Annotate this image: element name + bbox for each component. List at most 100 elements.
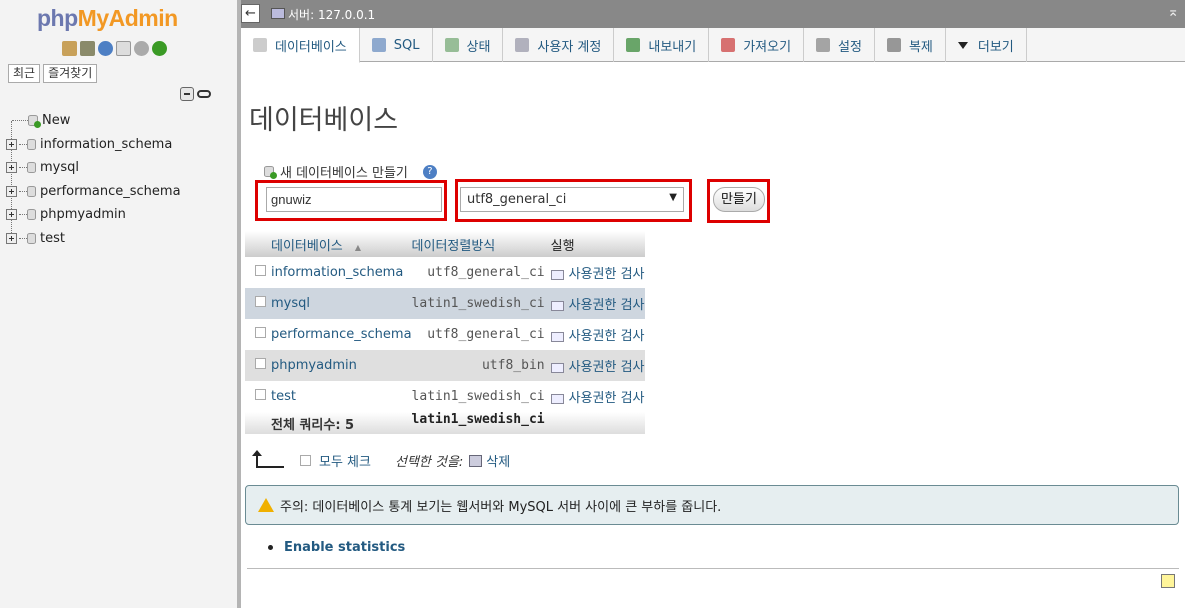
collapse-all-icon[interactable] [180, 87, 194, 101]
favorites-tab[interactable]: 즐겨찾기 [43, 64, 98, 83]
privileges-icon [550, 362, 564, 373]
database-name-link[interactable]: phpmyadmin [266, 350, 412, 381]
database-name-link[interactable]: information_schema [266, 257, 412, 288]
tab-label[interactable]: 더보기 [978, 36, 1014, 55]
tab-label[interactable]: SQL [394, 38, 420, 53]
tree-item[interactable]: New [6, 109, 181, 133]
delete-button[interactable]: 삭제 [469, 451, 510, 470]
row-checkbox[interactable] [255, 358, 266, 369]
tab-database[interactable]: 데이터베이스 [241, 28, 360, 63]
tab-label[interactable]: 내보내기 [648, 36, 696, 55]
dropdown-arrow-icon: ▼ [669, 192, 677, 203]
tree-item-label[interactable]: mysql [40, 160, 79, 175]
docs-icon[interactable] [116, 41, 131, 56]
tab-chevron-down[interactable]: 더보기 [946, 28, 1027, 62]
database-name-link[interactable]: performance_schema [266, 319, 412, 350]
expand-icon[interactable] [6, 232, 17, 244]
logout-icon[interactable] [80, 41, 95, 56]
status-icon [444, 38, 459, 52]
expand-icon[interactable] [6, 185, 17, 197]
privileges-icon [550, 331, 564, 342]
sort-asc-icon[interactable]: ▲ [355, 243, 361, 252]
row-checkbox[interactable] [255, 389, 266, 400]
row-checkbox[interactable] [255, 265, 266, 276]
expand-icon[interactable] [6, 162, 17, 174]
row-checkbox[interactable] [255, 296, 266, 307]
table-row[interactable]: mysql latin1_swedish_ci 사용권한 검사 [245, 288, 645, 319]
expand-icon[interactable] [6, 209, 17, 221]
table-row[interactable]: performance_schema utf8_general_ci 사용권한 검사 [245, 319, 645, 350]
tree-item[interactable]: test [6, 227, 181, 251]
phpmyadmin-logo[interactable]: phpMyAdmin [37, 5, 178, 32]
users-icon [515, 38, 530, 52]
tree-item-label[interactable]: performance_schema [40, 184, 181, 199]
tab-label[interactable]: 가져오기 [743, 36, 791, 55]
check-all-checkbox[interactable] [300, 455, 311, 466]
delete-icon [469, 454, 483, 467]
database-icon [27, 185, 36, 197]
check-all[interactable]: 모두 체크 [300, 451, 371, 470]
privileges-icon [550, 269, 564, 280]
tree-item-label[interactable]: information_schema [40, 137, 172, 152]
help-icon[interactable]: ? [422, 164, 437, 179]
tab-users[interactable]: 사용자 계정 [503, 28, 615, 62]
table-row[interactable]: test latin1_swedish_ci 사용권한 검사 [245, 381, 645, 412]
tab-label[interactable]: 복제 [909, 36, 933, 55]
table-row[interactable]: information_schema utf8_general_ci 사용권한 검사 [245, 257, 645, 288]
table-row[interactable]: phpmyadmin utf8_bin 사용권한 검사 [245, 350, 645, 381]
help-icon[interactable] [98, 41, 113, 56]
collation-select[interactable]: utf8_general_ci ▼ [460, 187, 684, 212]
database-table: 데이터베이스 ▲ 데이터정렬방식 실행 information_schema ut… [245, 231, 645, 434]
back-arrow-icon[interactable]: ← [241, 4, 260, 23]
collapse-topbar-icon[interactable]: ⌅ [1167, 4, 1179, 20]
check-privileges-link[interactable]: 사용권한 검사 [550, 319, 645, 350]
nav-quick-icons [62, 41, 167, 56]
database-name-link[interactable]: mysql [266, 288, 412, 319]
notice-text: 주의: 데이터베이스 통계 보기는 웹서버와 MySQL 서버 사이에 큰 부하… [280, 499, 722, 515]
tab-label[interactable]: 상태 [467, 36, 491, 55]
tab-sql[interactable]: SQL [360, 28, 433, 62]
tree-item[interactable]: mysql [6, 156, 181, 180]
create-button[interactable]: 만들기 [713, 187, 765, 212]
collation-cell: latin1_swedish_ci [411, 389, 545, 404]
check-privileges-link[interactable]: 사용권한 검사 [550, 350, 645, 381]
tab-import[interactable]: 가져오기 [709, 28, 805, 62]
check-all-label[interactable]: 모두 체크 [319, 451, 371, 470]
new-database-icon [264, 166, 277, 179]
tab-wrench[interactable]: 설정 [804, 28, 875, 62]
tree-item-label[interactable]: New [42, 113, 70, 128]
privileges-icon [550, 393, 564, 404]
recent-tab[interactable]: 최근 [8, 64, 41, 83]
tree-item[interactable]: performance_schema [6, 180, 181, 204]
server-breadcrumb[interactable]: 서버: 127.0.0.1 [288, 6, 375, 23]
check-privileges-link[interactable]: 사용권한 검사 [550, 381, 645, 412]
tab-status[interactable]: 상태 [433, 28, 504, 62]
nav-resizer[interactable] [237, 0, 241, 608]
tab-replication[interactable]: 복제 [875, 28, 946, 62]
gear-icon[interactable] [134, 41, 149, 56]
row-checkbox[interactable] [255, 327, 266, 338]
tab-label[interactable]: 데이터베이스 [275, 36, 347, 55]
collation-cell: latin1_swedish_ci [411, 288, 551, 319]
header-database[interactable]: 데이터베이스 ▲ [266, 231, 412, 257]
tab-label[interactable]: 사용자 계정 [537, 36, 601, 55]
tree-connector [19, 167, 27, 169]
link-icon[interactable] [197, 90, 211, 98]
check-privileges-link[interactable]: 사용권한 검사 [550, 288, 645, 319]
console-icon[interactable] [1161, 574, 1175, 588]
enable-statistics-link[interactable]: Enable statistics [284, 540, 405, 555]
check-privileges-link[interactable]: 사용권한 검사 [550, 257, 645, 288]
tree-item[interactable]: phpmyadmin [6, 203, 181, 227]
expand-icon[interactable] [6, 138, 17, 150]
tree-item-label[interactable]: phpmyadmin [40, 207, 126, 222]
reload-icon[interactable] [152, 41, 167, 56]
tab-label[interactable]: 설정 [838, 36, 862, 55]
tree-item[interactable]: information_schema [6, 133, 181, 157]
database-name-input[interactable] [266, 187, 442, 212]
header-collation[interactable]: 데이터정렬방식 [411, 231, 551, 257]
tab-export[interactable]: 내보내기 [614, 28, 710, 62]
header-action: 실행 [550, 231, 645, 257]
tree-item-label[interactable]: test [40, 231, 65, 246]
home-icon[interactable] [62, 41, 77, 56]
database-name-link[interactable]: test [266, 381, 412, 412]
